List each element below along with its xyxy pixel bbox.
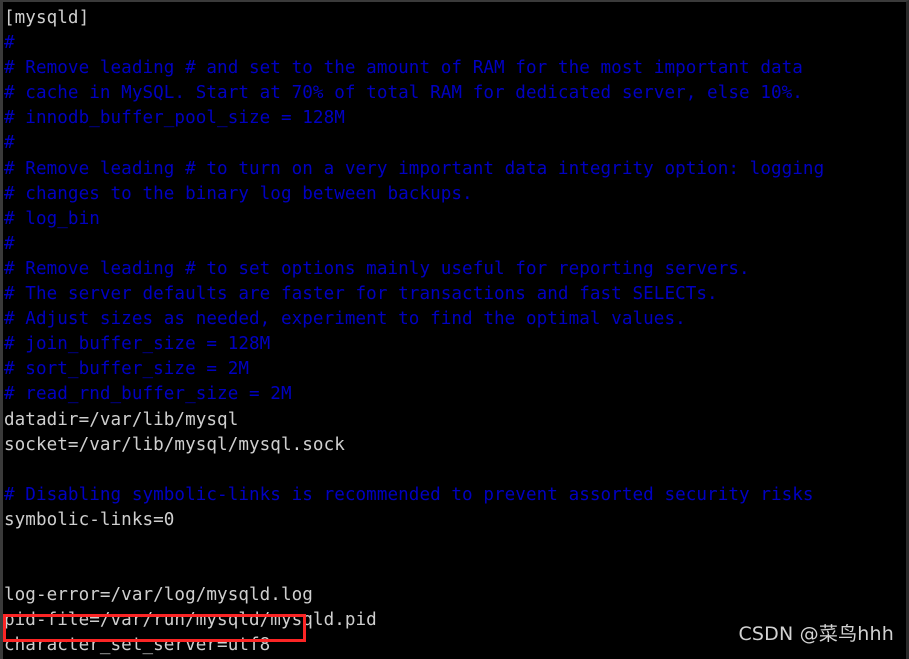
terminal-line: # cache in MySQL. Start at 70% of total … — [4, 83, 803, 104]
terminal-line: # changes to the binary log between back… — [4, 183, 473, 204]
terminal-line: symbolic-links=0 — [4, 509, 175, 530]
terminal-line: # — [4, 233, 15, 254]
terminal-line: # innodb_buffer_pool_size = 128M — [4, 108, 345, 129]
terminal-line: [mysqld] — [4, 8, 90, 28]
terminal-line: # Remove leading # and set to the amount… — [4, 58, 803, 79]
terminal-line: # The server defaults are faster for tra… — [4, 284, 718, 305]
terminal-text-area[interactable]: [mysqld] # # Remove leading # and set to t… — [3, 2, 906, 659]
terminal-window[interactable]: [mysqld] # # Remove leading # and set to t… — [0, 0, 909, 659]
terminal-line: # — [4, 33, 15, 54]
terminal-line: # Remove leading # to set options mainly… — [4, 258, 750, 279]
terminal-line: # Adjust sizes as needed, experiment to … — [4, 309, 686, 330]
terminal-line: datadir=/var/lib/mysql — [4, 409, 239, 430]
terminal-line: socket=/var/lib/mysql/mysql.sock — [4, 434, 345, 455]
terminal-line: # Disabling symbolic-links is recommende… — [4, 484, 814, 505]
terminal-line: # Remove leading # to turn on a very imp… — [4, 158, 825, 179]
terminal-line: # — [4, 133, 15, 154]
csdn-watermark: CSDN @菜鸟hhh — [738, 623, 894, 645]
terminal-line: # sort_buffer_size = 2M — [4, 359, 250, 380]
terminal-line: # log_bin — [4, 208, 100, 229]
terminal-line: log-error=/var/log/mysqld.log — [4, 585, 313, 606]
terminal-line: # join_buffer_size = 128M — [4, 334, 271, 355]
terminal-line: # read_rnd_buffer_size = 2M — [4, 384, 292, 405]
